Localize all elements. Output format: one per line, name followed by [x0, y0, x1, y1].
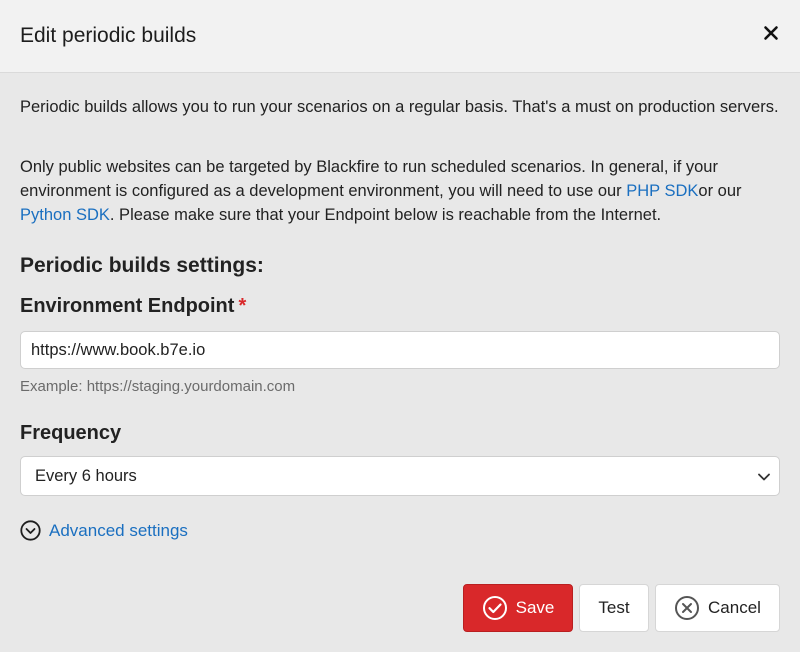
php-sdk-link[interactable]: PHP SDK: [626, 182, 698, 200]
intro-paragraph-2: Only public websites can be targeted by …: [20, 155, 780, 227]
modal-title: Edit periodic builds: [20, 24, 197, 47]
intro-text-2: or our: [698, 182, 742, 200]
close-icon: [764, 26, 778, 40]
frequency-label: Frequency: [20, 422, 122, 444]
required-marker: *: [238, 295, 247, 317]
intro-paragraph-1: Periodic builds allows you to run your s…: [20, 98, 779, 116]
python-sdk-link[interactable]: Python SDK: [20, 206, 110, 224]
advanced-settings-label: Advanced settings: [49, 520, 188, 540]
endpoint-help-text: Example: https://staging.yourdomain.com: [20, 378, 296, 395]
chevron-circle-down-icon: [20, 520, 41, 541]
save-button[interactable]: Save: [463, 584, 573, 632]
endpoint-label-text: Environment Endpoint: [20, 295, 235, 317]
x-circle-icon: [674, 595, 700, 621]
test-button[interactable]: Test: [579, 584, 649, 632]
cancel-button-label: Cancel: [708, 598, 761, 617]
chevron-down-icon: [758, 473, 770, 481]
frequency-select[interactable]: Every 6 hours: [20, 456, 780, 496]
frequency-selected-value: Every 6 hours: [35, 467, 137, 485]
endpoint-label: Environment Endpoint *: [20, 295, 246, 318]
check-circle-icon: [482, 595, 508, 621]
settings-section-title: Periodic builds settings:: [20, 254, 264, 277]
intro-text-1: Only public websites can be targeted by …: [20, 158, 718, 200]
endpoint-input[interactable]: [20, 331, 780, 369]
advanced-settings-toggle[interactable]: Advanced settings: [20, 520, 188, 541]
intro-text-3: . Please make sure that your Endpoint be…: [109, 206, 662, 224]
test-button-label: Test: [598, 598, 630, 617]
modal-header: Edit periodic builds: [0, 0, 800, 73]
save-button-label: Save: [515, 598, 555, 617]
edit-periodic-builds-modal: Edit periodic builds Periodic builds all…: [0, 0, 800, 652]
close-button[interactable]: [762, 24, 780, 42]
cancel-button[interactable]: Cancel: [655, 584, 780, 632]
